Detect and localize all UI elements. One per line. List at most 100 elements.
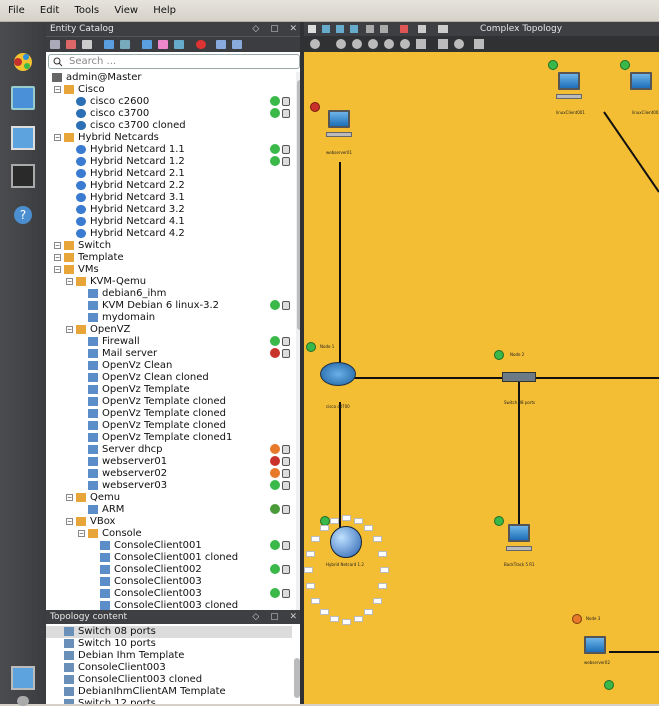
tree-item[interactable]: OpenVz Template cloned [46,420,296,432]
hybrid-port-icon[interactable] [378,583,388,590]
hybrid-port-icon[interactable] [330,616,340,623]
screen-icon[interactable] [11,666,35,690]
expand-icon[interactable]: − [78,530,85,537]
menu-edit[interactable]: Edit [34,0,65,16]
print-icon[interactable] [418,25,426,33]
tree-item[interactable]: cisco c3700 [46,108,296,120]
hybrid-port-icon[interactable] [342,619,351,625]
down-icon[interactable] [232,40,242,49]
expand-icon[interactable]: − [54,86,61,93]
tree-item[interactable]: ConsoleClient003 [46,588,296,600]
expand-icon[interactable]: − [54,242,61,249]
tree-item[interactable]: webserver02 [46,468,296,480]
tree-item[interactable]: Hybrid Netcard 3.1 [46,192,296,204]
tree-item[interactable]: − Switch [46,240,296,252]
tree-item[interactable]: Hybrid Netcard 1.2 [46,156,296,168]
tree-item[interactable]: cisco c2600 [46,96,296,108]
clone-icon[interactable] [174,40,184,49]
hybrid-port-icon[interactable] [305,550,315,557]
backtrack-node-icon[interactable] [508,524,530,542]
tree-item[interactable]: − VMs [46,264,296,276]
tree-item[interactable]: debian6_ihm [46,288,296,300]
hybrid-port-icon[interactable] [319,524,329,531]
cut-icon[interactable] [66,40,76,49]
hybrid-port-icon[interactable] [372,536,382,543]
settings-icon[interactable] [366,25,374,33]
tree-item[interactable]: Mail server [46,348,296,360]
expand-icon[interactable]: − [54,134,61,141]
hybrid-port-icon[interactable] [372,597,382,604]
stop-icon[interactable] [400,25,408,33]
tree-item[interactable]: − Template [46,252,296,264]
tree-item[interactable]: Hybrid Netcard 4.2 [46,228,296,240]
tree-item[interactable]: webserver01 [46,456,296,468]
hybrid-port-icon[interactable] [364,524,374,531]
switch-node-icon[interactable] [502,372,536,382]
tree-item[interactable]: Hybrid Netcard 2.1 [46,168,296,180]
import-icon[interactable] [142,40,152,49]
router-node-icon[interactable] [320,362,356,386]
webserver-node-icon[interactable] [328,110,350,128]
monitor-icon[interactable] [416,39,426,49]
tree-item[interactable]: − VBox [46,516,296,528]
hybrid-port-icon[interactable] [353,517,363,524]
copy-icon[interactable] [120,40,130,49]
tree-item[interactable]: OpenVz Template cloned1 [46,432,296,444]
pause-icon[interactable] [352,39,362,49]
tree-item[interactable]: Hybrid Netcard 3.2 [46,204,296,216]
tree-item[interactable]: ConsoleClient003 [46,576,296,588]
hybrid-port-icon[interactable] [380,567,389,573]
hybrid-port-icon[interactable] [305,583,315,590]
tree-item[interactable]: Server dhcp [46,444,296,456]
webserver2-node-icon[interactable] [584,636,606,654]
close-icon[interactable] [454,39,464,49]
tools-icon[interactable] [438,39,448,49]
client2-node-icon[interactable] [630,72,652,90]
help-icon[interactable]: ? [14,206,32,224]
expand-icon[interactable]: − [54,254,61,261]
expand-icon[interactable]: − [54,266,61,273]
tree-item[interactable]: Firewall [46,336,296,348]
panel-controls-icon[interactable]: ◇ ▢ ✕ [252,610,301,624]
topology-icon[interactable] [322,25,330,33]
tree-item[interactable]: mydomain [46,312,296,324]
tree-item[interactable]: Hybrid Netcard 1.1 [46,144,296,156]
network-config-icon[interactable] [11,126,35,150]
expand-icon[interactable]: − [66,518,73,525]
menu-tools[interactable]: Tools [68,0,105,16]
stop-all-icon[interactable] [400,39,410,49]
terminal-icon[interactable] [11,164,35,188]
record-icon[interactable] [384,39,394,49]
tree-item[interactable]: − Cisco [46,84,296,96]
hybrid-port-icon[interactable] [304,567,313,573]
tree-item[interactable]: admin@Master [46,72,296,84]
hybrid-port-icon[interactable] [330,517,340,524]
vm-icon[interactable] [104,40,114,49]
tree-item[interactable]: Hybrid Netcard 2.2 [46,180,296,192]
tree-item[interactable]: − Qemu [46,492,296,504]
tree-item[interactable]: ARM [46,504,296,516]
topology-list-item[interactable]: Debian Ihm Template [46,650,292,662]
new-icon[interactable] [50,40,60,49]
tree-item[interactable]: ConsoleClient001 [46,540,296,552]
tree-item[interactable]: OpenVz Template [46,384,296,396]
panel-controls-icon[interactable]: ◇ ▢ ✕ [252,22,301,36]
monitor-icon[interactable] [11,86,35,110]
settings-icon[interactable] [17,696,29,706]
up-icon[interactable] [216,40,226,49]
tree-item[interactable]: webserver03 [46,480,296,492]
hybrid-port-icon[interactable] [342,515,351,521]
menu-file[interactable]: File [2,0,31,16]
save-icon[interactable] [82,40,92,49]
expand-icon[interactable]: − [66,278,73,285]
menu-help[interactable]: Help [147,0,182,16]
tree-item[interactable]: − OpenVZ [46,324,296,336]
save-icon[interactable] [308,25,316,33]
snapshot-icon[interactable] [368,39,378,49]
client1-node-icon[interactable] [558,72,580,90]
hybrid-port-icon[interactable] [378,550,388,557]
network-icon[interactable] [474,39,484,49]
tree-item[interactable]: − KVM-Qemu [46,276,296,288]
hybrid-port-icon[interactable] [311,597,321,604]
hybrid-port-icon[interactable] [311,536,321,543]
